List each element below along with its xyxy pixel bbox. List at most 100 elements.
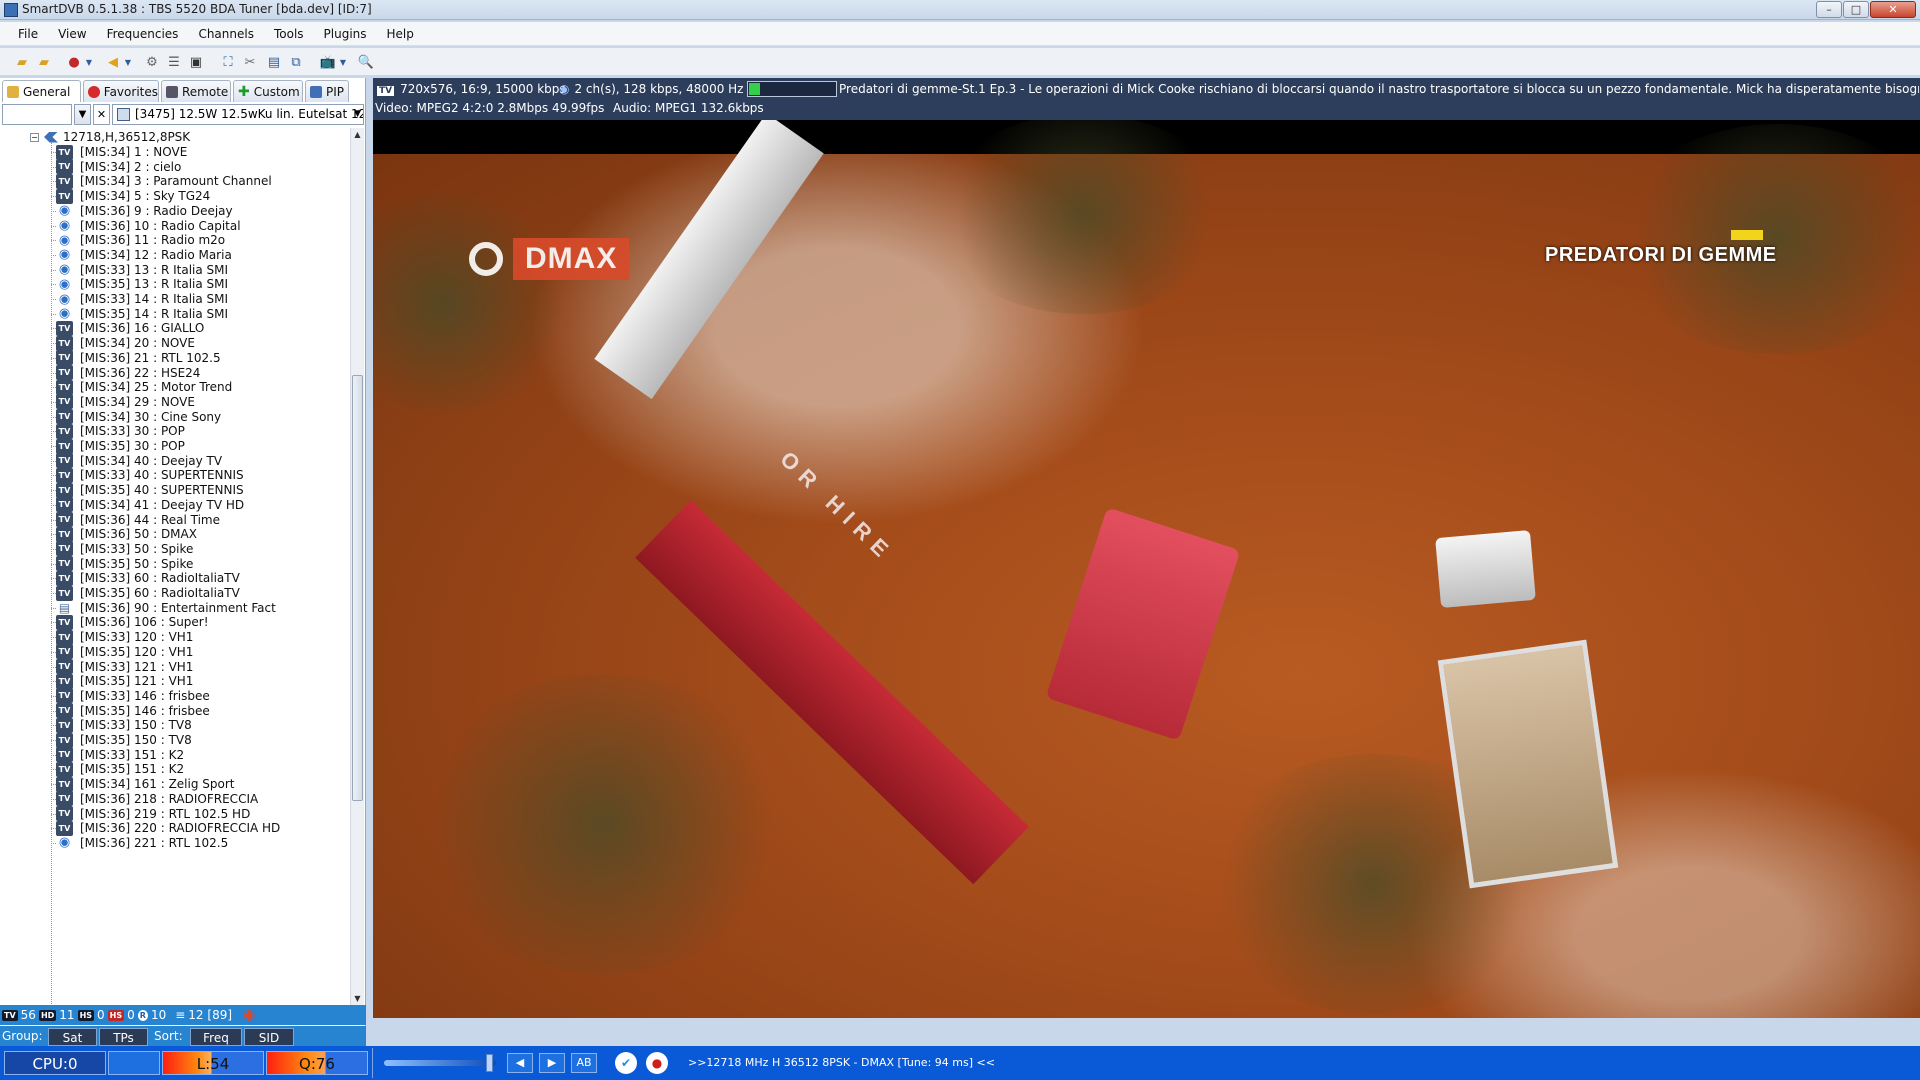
tab-favorites[interactable]: Favorites [83,80,159,102]
tree-guide [51,152,56,153]
tree-guide [51,357,56,359]
tree-guide [51,240,56,242]
volume-slider-handle[interactable] [486,1054,494,1072]
tab-general[interactable]: General [2,80,81,102]
folder-icon[interactable]: ▰ [34,52,54,72]
audio-icon: ◉ [559,82,570,96]
tree-guide [51,372,56,374]
video-display[interactable]: OR HIRE DMAX PREDATORI DI GEMME [373,120,1920,1018]
zoom-icon[interactable]: 🔍 [356,52,376,72]
channel-scrollbar[interactable]: ▲ ▼ [350,128,364,1006]
transponder-icon [44,131,58,143]
tree-guide [51,460,56,462]
tab-general-label: General [23,84,71,99]
pip-icon [310,85,322,98]
tree-guide [51,651,56,653]
maximize-button[interactable]: □ [1843,1,1869,18]
channel-row[interactable]: ◉ [MIS:36] 221 : RTL 102.5 [51,834,229,852]
show-logo: PREDATORI DI GEMME [1545,230,1777,267]
scroll-up-icon[interactable]: ▲ [351,128,364,142]
next-button[interactable]: ▶ [539,1053,565,1073]
dmax-logo: DMAX [469,238,630,280]
group-sat-button[interactable]: Sat [48,1028,97,1046]
menu-file[interactable]: File [18,27,38,41]
tree-root[interactable]: − 12718,H,36512,8PSK [30,130,190,144]
record-icon[interactable]: ● [646,1052,668,1074]
dropdown-arrow-icon[interactable]: ▼ [123,52,133,72]
satellite-select[interactable]: [3475] 12.5W 12.5wKu lin. Eutelsat 12 We… [112,104,364,125]
tree-guide [51,504,56,506]
volume-slider[interactable] [384,1060,496,1066]
tab-custom[interactable]: ✚ Custom [233,80,303,102]
tree-guide [51,842,56,844]
cpu-meter: CPU:0 [4,1051,106,1075]
menu-tools[interactable]: Tools [274,27,304,41]
tree-guide [51,784,56,786]
toolbar: ▰ ▰ ● ▼ ◀ ▼ ⚙ ☰ ▣ ⛶ ✂ ▤ ⧉ 📺 ▼ 🔍 [0,48,1920,76]
group-label: Group: [2,1029,43,1043]
window-icon[interactable]: ▤ [264,52,284,72]
filter-clear-button[interactable]: ✕ [93,104,110,125]
pip-icon[interactable]: ⧉ [286,52,306,72]
menu-plugins[interactable]: Plugins [324,27,367,41]
tree-guide [51,740,56,741]
tree-guide [51,416,56,418]
tree-guide [51,637,56,639]
discovery-logo-icon [469,242,503,276]
menu-view[interactable]: View [58,27,86,41]
filter-dropdown-button[interactable]: ▼ [74,104,91,125]
record-icon[interactable]: ● [64,52,84,72]
group-sort-bar: Group: Sat TPs Sort: Freq SID [0,1026,366,1048]
tab-remote[interactable]: Remote [161,80,231,102]
tree-guide [51,284,56,286]
settings-icon[interactable]: ⚙ [142,52,162,72]
sort-freq-button[interactable]: Freq [190,1028,242,1046]
tree-guide [51,210,56,212]
status-bar: CPU:0 L:54 Q:76 ◀ ▶ AB ✔ ● >>12718 MHz H… [0,1046,1920,1080]
tv-count-icon: TV [2,1009,18,1021]
tools-icon[interactable]: ✂ [240,52,260,72]
tab-pip[interactable]: PIP [305,80,349,102]
menu-bar: File View Frequencies Channels Tools Plu… [0,22,1920,46]
monitor-icon[interactable]: ▣ [186,52,206,72]
plus-icon: ✚ [238,83,250,100]
collapse-icon[interactable]: − [30,132,39,142]
filter-input[interactable] [2,104,72,125]
dropdown-arrow-icon[interactable]: ▼ [338,52,348,72]
truck-cab [1435,529,1536,609]
menu-frequencies[interactable]: Frequencies [107,27,179,41]
title-bar: SmartDVB 0.5.1.38 : TBS 5520 BDA Tuner [… [0,0,1920,20]
remote-icon [166,85,178,98]
minimize-button[interactable]: – [1816,1,1842,18]
sort-sid-button[interactable]: SID [244,1028,294,1046]
list-icon[interactable]: ☰ [164,52,184,72]
dropdown-arrow-icon[interactable]: ▼ [84,52,94,72]
dmax-logo-text: DMAX [513,238,630,280]
signal-meter [747,81,837,97]
scroll-down-icon[interactable]: ▼ [351,992,364,1006]
group-tps-button[interactable]: TPs [99,1028,148,1046]
tab-favorites-label: Favorites [103,84,158,99]
ab-button[interactable]: AB [571,1053,597,1073]
tv-icon[interactable]: 📺 [318,52,338,72]
menu-help[interactable]: Help [387,27,414,41]
tree-guide [51,254,56,256]
hd-count-icon: HD [38,1009,57,1021]
audio-format: 2 ch(s), 128 kbps, 48000 Hz [574,82,744,96]
open-folder-icon[interactable]: ▰ [12,52,32,72]
close-button[interactable]: ✕ [1870,1,1916,18]
fullscreen-icon[interactable]: ⛶ [218,52,238,72]
menu-channels[interactable]: Channels [198,27,254,41]
radio-count: 10 [150,1008,167,1022]
scroll-thumb[interactable] [352,375,363,802]
video-tree [413,674,793,974]
tree-guide [51,401,56,403]
channel-label: [MIS:36] 221 : RTL 102.5 [80,835,229,850]
radio-icon: ◉ [58,835,71,851]
previous-button[interactable]: ◀ [507,1053,533,1073]
check-icon[interactable]: ✔ [615,1052,637,1074]
tree-guide [51,607,56,609]
epg-text: Predatori di gemme-St.1 Ep.3 - Le operaz… [839,82,1919,96]
back-icon[interactable]: ◀ [103,52,123,72]
tab-pip-label: PIP [326,84,345,99]
